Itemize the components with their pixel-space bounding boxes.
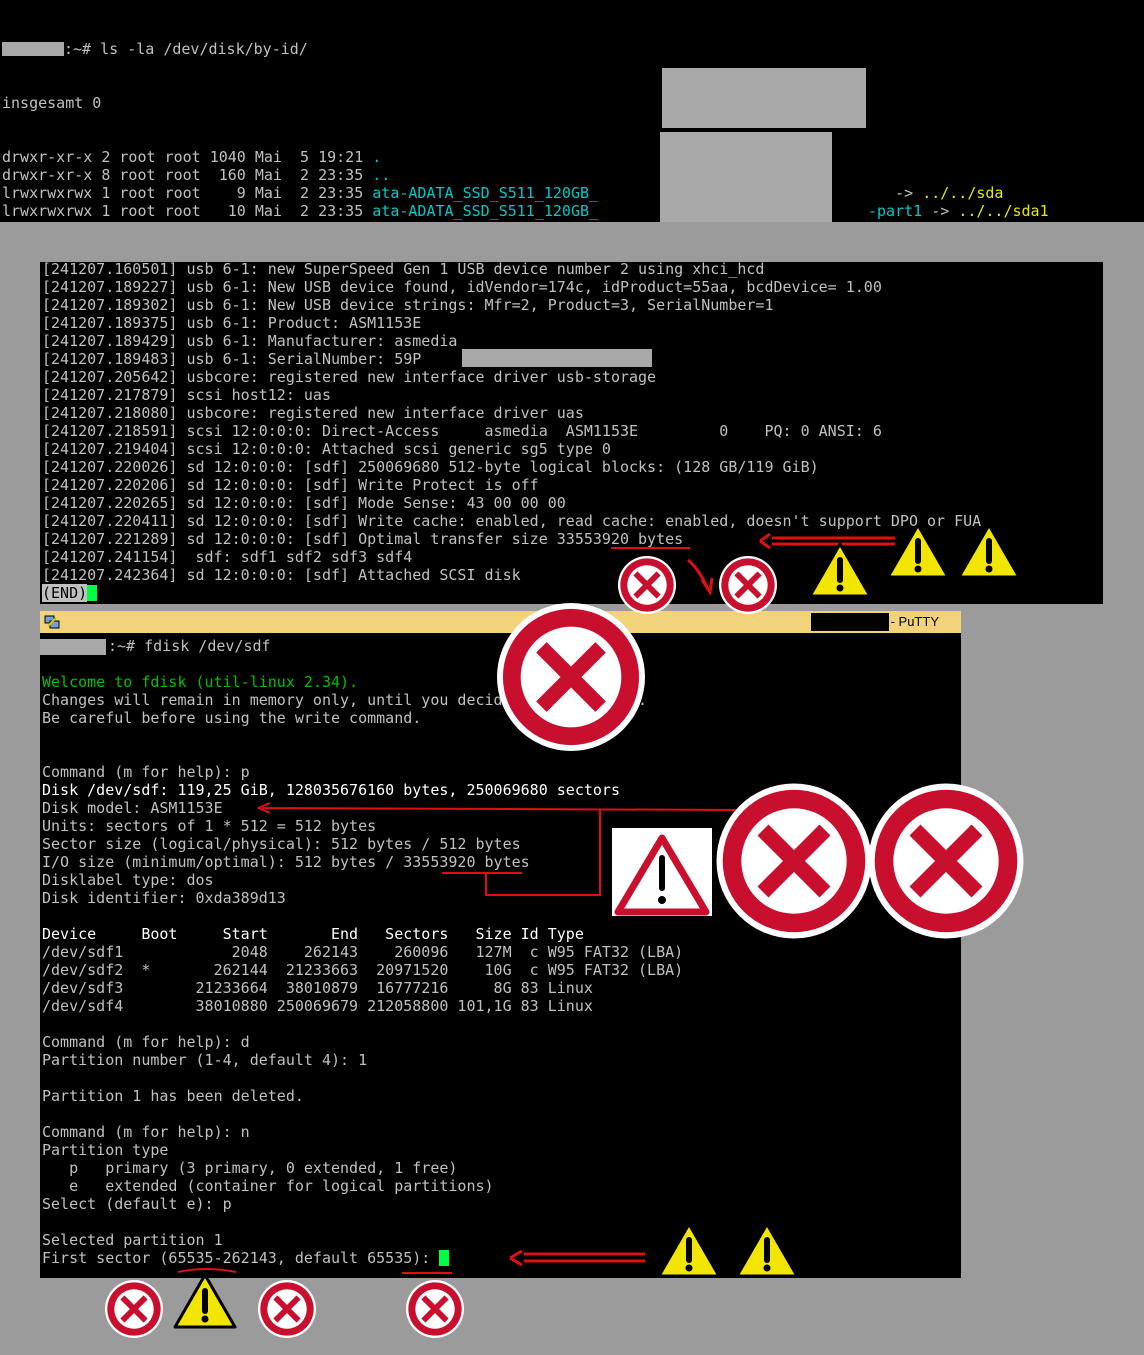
- underline-65535: [177, 1268, 237, 1273]
- no-entry-icon: [618, 556, 676, 614]
- arrow-icon: [509, 1249, 645, 1267]
- warning-icon: [175, 1275, 235, 1327]
- arrow-icon: [759, 532, 895, 550]
- no-entry-icon: [717, 784, 872, 939]
- no-entry-icon: [258, 1280, 316, 1338]
- no-entry-icon: [719, 556, 777, 614]
- warning-icon: [659, 1224, 719, 1276]
- curved-arrow-icon: [687, 558, 714, 597]
- warning-icon: [737, 1224, 797, 1276]
- connector-line: [485, 810, 601, 896]
- no-entry-icon: [497, 603, 645, 751]
- no-entry-icon: [406, 1280, 464, 1338]
- warning-icon: [959, 525, 1019, 577]
- warning-icon: [888, 525, 948, 577]
- annotation-layer: [0, 0, 1144, 1355]
- arrow-to-disk-model-icon: [257, 802, 741, 814]
- no-entry-icon: [869, 784, 1024, 939]
- no-entry-icon: [105, 1280, 163, 1338]
- warning-icon: [810, 544, 870, 596]
